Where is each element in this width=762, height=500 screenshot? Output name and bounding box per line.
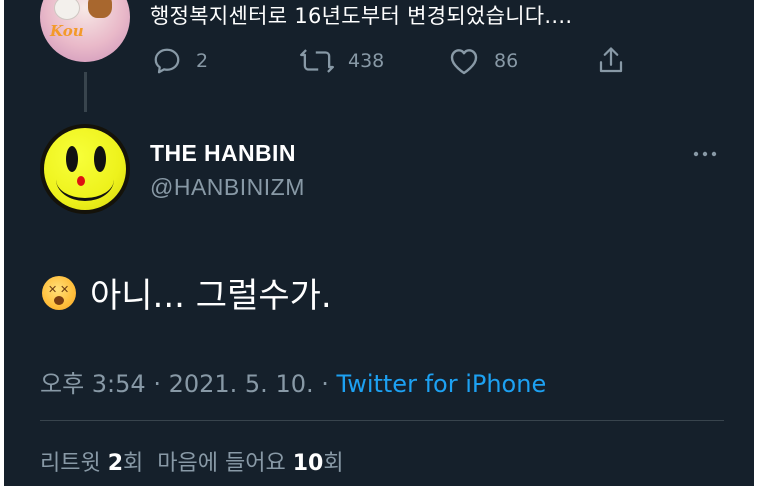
dizzy-face-emoji-icon: ✕ ✕ <box>42 275 76 310</box>
parent-tweet-action-bar: 2 438 86 <box>4 46 754 80</box>
tweet-text: 아니... 그럴수가. <box>90 276 332 316</box>
divider <box>40 420 724 421</box>
retweets-label: 리트윗 <box>40 451 101 476</box>
reply-count: 2 <box>196 50 209 72</box>
meta-separator: · <box>313 370 337 398</box>
display-name[interactable]: THE HANBIN <box>150 140 296 167</box>
share-button[interactable] <box>596 46 626 76</box>
more-options-button[interactable] <box>690 144 720 168</box>
parent-tweet-text: 행정복지센터로 16년도부터 변경되었습니다.... <box>150 4 573 28</box>
meta-separator: · <box>145 370 169 398</box>
avatar-logo-text: Kou <box>50 22 84 40</box>
retweets-count: 2 <box>107 451 124 476</box>
avatar-puppy-brown <box>88 0 112 18</box>
tweet-source-link[interactable]: Twitter for iPhone <box>337 370 547 398</box>
retweet-button[interactable]: 438 <box>300 46 384 76</box>
share-icon <box>599 47 623 73</box>
tweet-metadata: 오후 3:54 · 2021. 5. 10. · Twitter for iPh… <box>40 364 546 399</box>
likes-stat[interactable]: 마음에 들어요 10회 <box>157 451 343 476</box>
reply-icon <box>154 48 180 74</box>
thread-connector-line <box>84 72 87 112</box>
likes-unit: 회 <box>323 451 344 476</box>
retweets-unit: 회 <box>123 451 144 476</box>
retweet-icon <box>300 49 334 73</box>
more-options-icon <box>693 151 717 157</box>
like-icon <box>450 49 478 75</box>
tweet-date[interactable]: 2021. 5. 10. <box>169 370 314 398</box>
tweet-thread-screen: Kou 행정복지센터로 16년도부터 변경되었습니다.... 2 438 86 <box>4 0 754 486</box>
reply-button[interactable]: 2 <box>152 46 208 76</box>
likes-label: 마음에 들어요 <box>157 451 286 476</box>
user-avatar[interactable] <box>40 124 130 214</box>
likes-count: 10 <box>292 451 324 476</box>
retweet-count: 438 <box>348 50 385 72</box>
avatar-puppy-white <box>54 0 80 20</box>
smiley-face-avatar-image <box>44 128 126 210</box>
user-handle[interactable]: @HANBINIZM <box>150 174 305 201</box>
tweet-body: ✕ ✕ 아니... 그럴수가. <box>42 268 332 317</box>
tweet-time[interactable]: 오후 3:54 <box>40 370 146 398</box>
like-count: 86 <box>494 50 519 72</box>
like-button[interactable]: 86 <box>448 46 518 76</box>
retweets-stat[interactable]: 리트윗 2회 <box>40 451 143 476</box>
tweet-stats: 리트윗 2회 마음에 들어요 10회 <box>40 445 344 477</box>
